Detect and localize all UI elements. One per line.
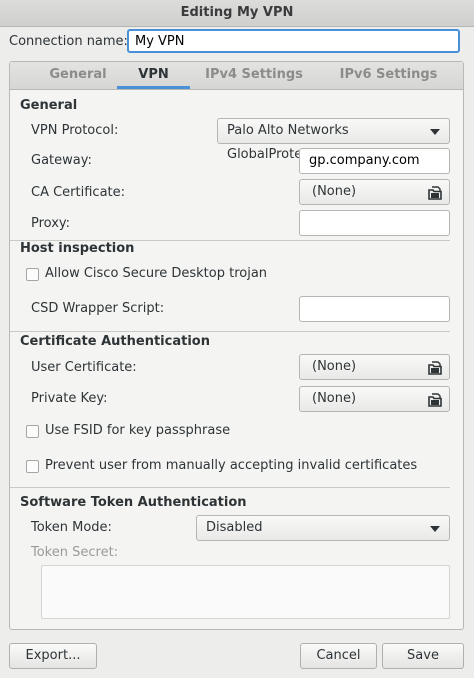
csd-wrapper-input[interactable] (299, 296, 450, 322)
host-inspection-heading: Host inspection (20, 241, 135, 256)
ca-certificate-value: (None) (312, 184, 357, 199)
token-secret-textarea (41, 565, 450, 619)
document-open-icon (428, 185, 442, 209)
export-button[interactable]: Export... (9, 643, 97, 669)
tab-ipv4-settings[interactable]: IPv4 Settings (192, 62, 316, 89)
prevent-invalid-certs-checkbox[interactable] (26, 460, 39, 473)
private-key-label: Private Key: (31, 391, 108, 406)
cancel-button[interactable]: Cancel (300, 643, 377, 669)
prevent-invalid-certs-label[interactable]: Prevent user from manually accepting inv… (45, 458, 417, 473)
general-heading: General (20, 98, 78, 113)
proxy-label: Proxy: (31, 216, 71, 231)
token-secret-label: Token Secret: (31, 545, 119, 560)
use-fsid-label[interactable]: Use FSID for key passphrase (45, 423, 230, 438)
token-mode-label: Token Mode: (31, 520, 112, 535)
csd-wrapper-label: CSD Wrapper Script: (31, 301, 165, 316)
settings-notebook: General VPN IPv4 Settings IPv6 Settings … (9, 61, 464, 630)
vpn-editor-window: Editing My VPN Connection name: My VPN G… (0, 0, 474, 678)
gateway-input[interactable]: gp.company.com (299, 148, 450, 174)
tab-bar: General VPN IPv4 Settings IPv6 Settings (10, 62, 463, 90)
chevron-down-icon (430, 129, 440, 135)
divider (10, 331, 450, 332)
tab-ipv6-settings[interactable]: IPv6 Settings (326, 62, 451, 89)
private-key-value: (None) (312, 391, 357, 406)
connection-name-label: Connection name: (9, 34, 128, 49)
connection-name-input[interactable]: My VPN (127, 29, 460, 53)
user-certificate-label: User Certificate: (31, 360, 137, 375)
user-certificate-value: (None) (312, 359, 357, 374)
token-mode-value: Disabled (206, 520, 263, 535)
user-certificate-button[interactable]: (None) (299, 354, 450, 380)
token-auth-heading: Software Token Authentication (20, 495, 247, 510)
proxy-input[interactable] (299, 210, 450, 236)
vpn-protocol-label: VPN Protocol: (31, 123, 119, 138)
tab-vpn[interactable]: VPN (117, 62, 190, 89)
use-fsid-checkbox[interactable] (26, 425, 39, 438)
document-open-icon (428, 392, 442, 416)
save-button[interactable]: Save (382, 643, 464, 669)
private-key-button[interactable]: (None) (299, 386, 450, 412)
divider (10, 487, 450, 488)
ca-certificate-label: CA Certificate: (31, 185, 126, 200)
window-title: Editing My VPN (0, 0, 474, 27)
gateway-label: Gateway: (31, 153, 92, 168)
certificate-auth-heading: Certificate Authentication (20, 334, 210, 349)
ca-certificate-button[interactable]: (None) (299, 179, 450, 205)
token-mode-combo[interactable]: Disabled (196, 515, 450, 541)
vpn-tab-content: General VPN Protocol: Palo Alto Networks… (10, 90, 454, 626)
chevron-down-icon (430, 526, 440, 532)
allow-trojan-checkbox[interactable] (26, 268, 39, 281)
allow-trojan-label[interactable]: Allow Cisco Secure Desktop trojan (45, 266, 267, 281)
vpn-protocol-combo[interactable]: Palo Alto Networks GlobalProtect (217, 118, 450, 162)
document-open-icon (428, 360, 442, 384)
